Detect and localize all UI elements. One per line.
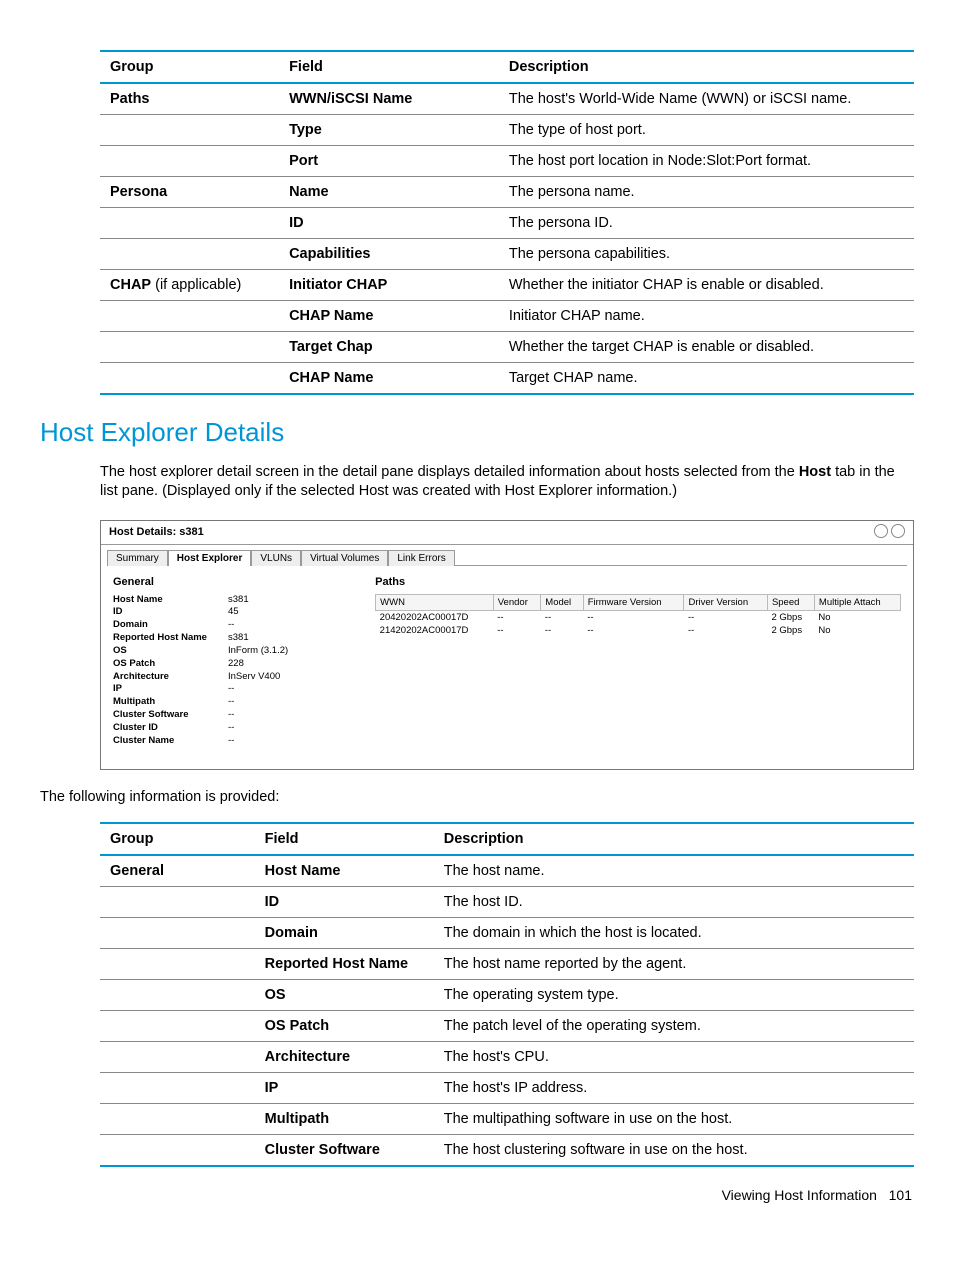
panel-header: Host Details: s381	[101, 521, 913, 545]
page-footer: Viewing Host Information 101	[40, 1187, 914, 1203]
table-row: Reported Host NameThe host name reported…	[100, 948, 914, 979]
general-row: Cluster Software--	[113, 709, 365, 722]
paths-row: 21420202AC00017D--------2 GbpsNo	[376, 624, 901, 637]
table-row: OS PatchThe patch level of the operating…	[100, 1010, 914, 1041]
general-row: Host Names381	[113, 594, 365, 607]
table-row: IDThe host ID.	[100, 886, 914, 917]
table-row: IDThe persona ID.	[100, 208, 914, 239]
th-description: Description	[434, 823, 914, 855]
tab-virtual-volumes[interactable]: Virtual Volumes	[301, 550, 388, 566]
host-details-panel: Host Details: s381 SummaryHost ExplorerV…	[100, 520, 914, 771]
th-group: Group	[100, 823, 255, 855]
general-row: OS Patch228	[113, 658, 365, 671]
paths-heading: Paths	[375, 576, 901, 588]
table-row: CapabilitiesThe persona capabilities.	[100, 239, 914, 270]
close-icon[interactable]	[891, 524, 905, 538]
paths-row: 20420202AC00017D--------2 GbpsNo	[376, 610, 901, 624]
paths-section: Paths WWNVendorModelFirmware VersionDriv…	[375, 576, 901, 748]
general-row: Domain--	[113, 619, 365, 632]
th-group: Group	[100, 51, 279, 83]
general-row: Multipath--	[113, 696, 365, 709]
general-row: Cluster ID--	[113, 722, 365, 735]
general-row: ArchitectureInServ V400	[113, 671, 365, 684]
general-row: IP--	[113, 683, 365, 696]
table-row: CHAP NameInitiator CHAP name.	[100, 301, 914, 332]
th-description: Description	[499, 51, 914, 83]
general-heading: General	[113, 576, 365, 588]
general-row: Cluster Name--	[113, 735, 365, 748]
panel-header-icons	[871, 524, 905, 541]
table-row: OSThe operating system type.	[100, 979, 914, 1010]
tab-host-explorer[interactable]: Host Explorer	[168, 550, 252, 566]
table-row: CHAP (if applicable)Initiator CHAPWhethe…	[100, 270, 914, 301]
intro-paragraph: The host explorer detail screen in the d…	[100, 463, 914, 502]
field-description-table-2: Group Field Description GeneralHost Name…	[100, 822, 914, 1167]
section-heading: Host Explorer Details	[40, 417, 914, 448]
general-section: General Host Names381ID45Domain--Reporte…	[113, 576, 365, 748]
table-row: ArchitectureThe host's CPU.	[100, 1041, 914, 1072]
tab-link-errors[interactable]: Link Errors	[388, 550, 454, 566]
paths-table: WWNVendorModelFirmware VersionDriver Ver…	[375, 594, 901, 637]
table-row: GeneralHost NameThe host name.	[100, 855, 914, 887]
general-row: Reported Host Names381	[113, 632, 365, 645]
th-field: Field	[279, 51, 499, 83]
th-field: Field	[255, 823, 434, 855]
table-row: MultipathThe multipathing software in us…	[100, 1103, 914, 1134]
table-row: TypeThe type of host port.	[100, 115, 914, 146]
tab-bar: SummaryHost ExplorerVLUNsVirtual Volumes…	[101, 545, 913, 565]
following-info-text: The following information is provided:	[40, 788, 914, 808]
general-row: ID45	[113, 606, 365, 619]
table-row: PortThe host port location in Node:Slot:…	[100, 146, 914, 177]
table-row: Cluster SoftwareThe host clustering soft…	[100, 1134, 914, 1166]
table-row: CHAP NameTarget CHAP name.	[100, 363, 914, 395]
help-icon[interactable]	[874, 524, 888, 538]
table-row: DomainThe domain in which the host is lo…	[100, 917, 914, 948]
general-row: OSInForm (3.1.2)	[113, 645, 365, 658]
table-row: PersonaNameThe persona name.	[100, 177, 914, 208]
tab-vluns[interactable]: VLUNs	[251, 550, 301, 566]
table-row: Target ChapWhether the target CHAP is en…	[100, 332, 914, 363]
tab-summary[interactable]: Summary	[107, 550, 168, 566]
panel-title: Host Details: s381	[109, 526, 204, 538]
table-row: PathsWWN/iSCSI NameThe host's World-Wide…	[100, 83, 914, 115]
table-row: IPThe host's IP address.	[100, 1072, 914, 1103]
field-description-table-1: Group Field Description PathsWWN/iSCSI N…	[100, 50, 914, 395]
